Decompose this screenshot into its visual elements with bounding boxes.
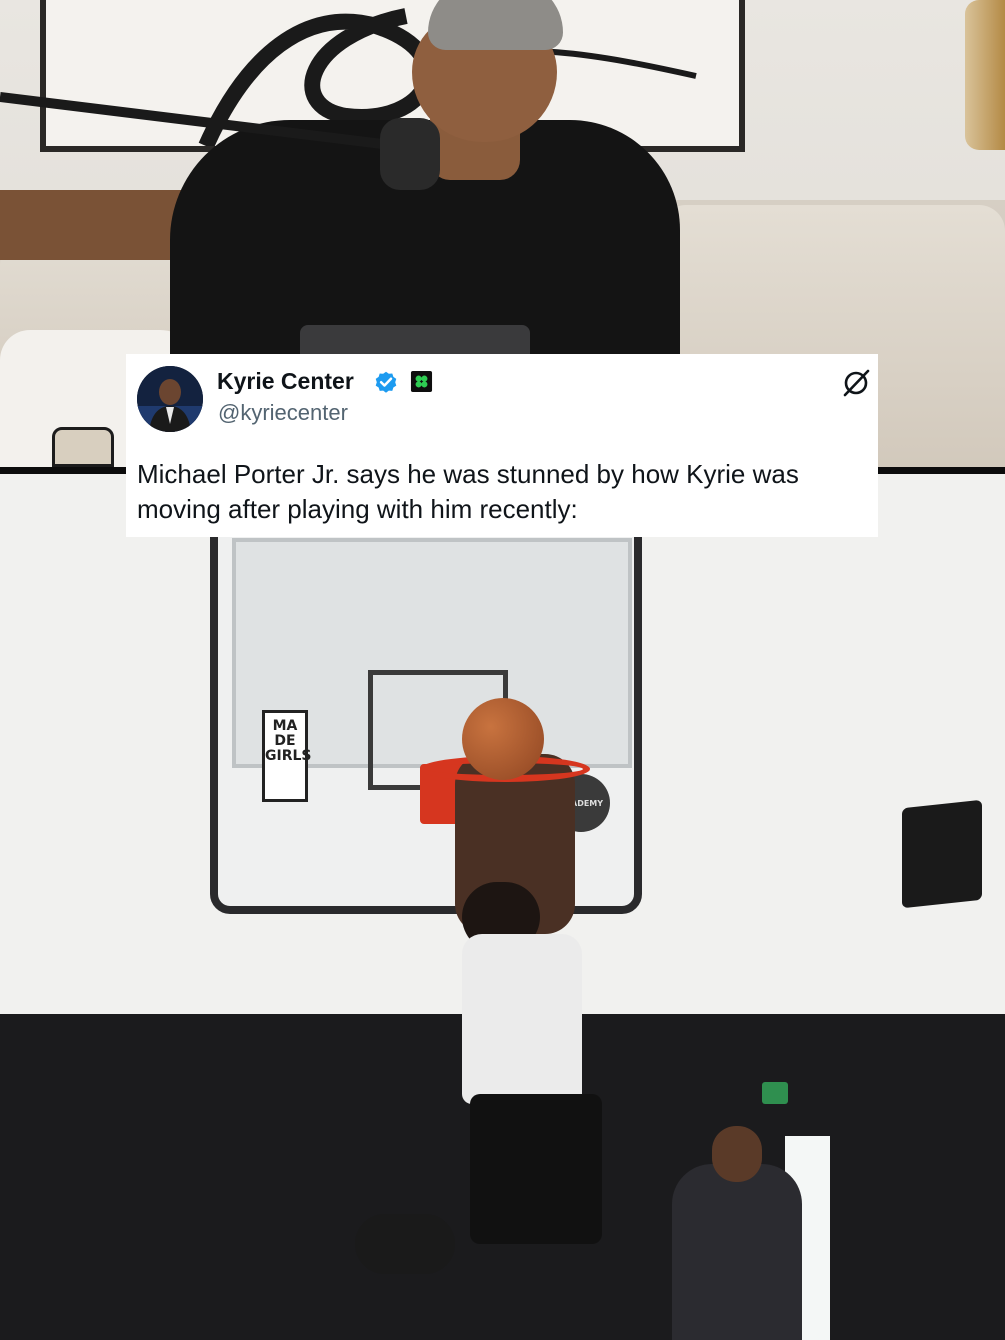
green-flag-icon (410, 370, 433, 393)
gym-video-frame: MA DE GIRLS ACADEMY (0, 474, 1005, 1340)
basketball (462, 698, 544, 780)
made-girls-logo: MA DE GIRLS (262, 710, 312, 802)
display-name[interactable]: Kyrie Center (217, 368, 354, 394)
tweet-text: Michael Porter Jr. says he was stunned b… (137, 459, 799, 524)
made-girls-logo-text: MA DE GIRLS (265, 718, 312, 764)
person-cap (428, 0, 563, 50)
exit-sign (762, 1082, 788, 1104)
player-shirt (462, 934, 582, 1104)
microphone (380, 118, 440, 190)
bystander-head (712, 1126, 762, 1182)
verified-badge-icon (375, 371, 397, 393)
player-shoes (355, 1214, 455, 1274)
bystander (672, 1164, 802, 1340)
grok-icon[interactable] (841, 368, 871, 398)
wall-decor (965, 0, 1005, 150)
player-shorts (470, 1094, 602, 1244)
laptop (300, 325, 530, 355)
tweet-card[interactable]: Kyrie Center @kyriecenter Michael Porter… (126, 354, 878, 537)
wall-speaker (902, 799, 982, 909)
handle[interactable]: @kyriecenter (218, 400, 348, 426)
phone (52, 427, 114, 467)
avatar[interactable] (137, 366, 203, 432)
